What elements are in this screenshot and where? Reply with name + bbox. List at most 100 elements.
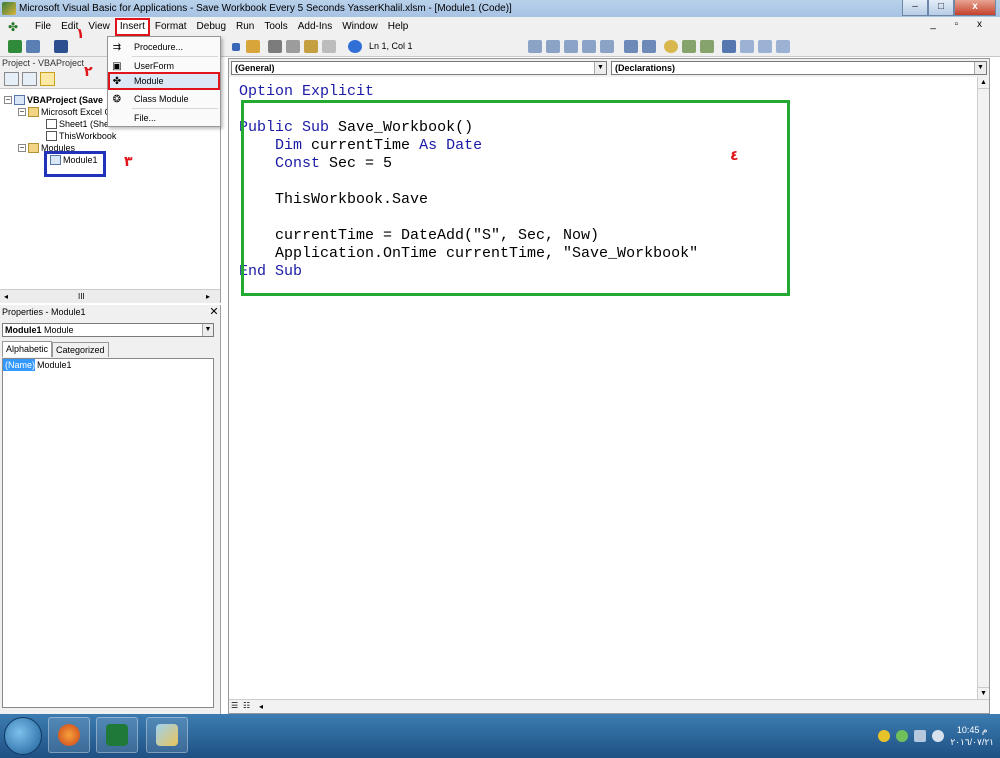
start-button[interactable] bbox=[4, 717, 42, 755]
procedure-combo[interactable]: (Declarations) ▼ bbox=[611, 61, 987, 75]
toggle-folders-icon[interactable] bbox=[40, 72, 55, 86]
scroll-thumb-grip[interactable]: III bbox=[78, 292, 85, 301]
dropdown-arrow-icon[interactable]: ▼ bbox=[594, 62, 606, 74]
taskbar-paint[interactable] bbox=[146, 717, 188, 753]
list-constants-icon[interactable] bbox=[564, 40, 578, 53]
collapse-icon[interactable]: − bbox=[18, 144, 26, 152]
insert-file-item[interactable]: File... bbox=[108, 109, 220, 127]
title-bar: Microsoft Visual Basic for Applications … bbox=[0, 0, 1000, 17]
tree-node-sheet1[interactable]: Sheet1 (She bbox=[46, 119, 109, 129]
menu-window[interactable]: Window bbox=[337, 18, 383, 36]
uncomment-block-icon[interactable] bbox=[700, 40, 714, 53]
minimize-button[interactable]: – bbox=[902, 0, 928, 16]
complete-word-icon[interactable] bbox=[600, 40, 614, 53]
volume-icon[interactable] bbox=[932, 730, 945, 742]
code-horizontal-scrollbar[interactable]: ☰ ☷ ◂ bbox=[229, 699, 989, 713]
help-icon[interactable] bbox=[348, 40, 362, 53]
project-horizontal-scrollbar[interactable]: ◂ III ▸ bbox=[0, 289, 220, 303]
object-combo[interactable]: (General) ▼ bbox=[231, 61, 607, 75]
outdent-icon[interactable] bbox=[642, 40, 656, 53]
highlight-module1-box bbox=[44, 151, 106, 177]
workbook-icon bbox=[46, 131, 57, 141]
network-icon[interactable] bbox=[914, 730, 927, 742]
next-bookmark-icon[interactable] bbox=[740, 40, 754, 53]
taskbar-excel[interactable] bbox=[96, 717, 138, 753]
list-properties-icon[interactable] bbox=[546, 40, 560, 53]
code-vertical-scrollbar[interactable]: ▲ ▼ bbox=[977, 77, 989, 699]
code-line[interactable]: Option Explicit bbox=[239, 83, 977, 101]
tab-alphabetic[interactable]: Alphabetic bbox=[2, 341, 53, 357]
quick-info-icon[interactable] bbox=[582, 40, 596, 53]
properties-titlebar: Properties - Module1 ✕ bbox=[0, 305, 220, 320]
tree-node-thisworkbook[interactable]: ThisWorkbook bbox=[46, 131, 116, 141]
view-code-icon[interactable] bbox=[4, 72, 19, 86]
close-button[interactable]: x bbox=[954, 0, 996, 16]
dropdown-arrow-icon[interactable]: ▼ bbox=[974, 62, 986, 74]
menu-insert[interactable]: Insert bbox=[114, 18, 150, 36]
menu-format[interactable]: Format bbox=[150, 18, 192, 36]
collapse-icon[interactable]: − bbox=[4, 96, 12, 104]
comment-block-icon[interactable] bbox=[682, 40, 696, 53]
scroll-right-icon[interactable]: ▸ bbox=[206, 292, 210, 301]
menu-add-ins[interactable]: Add-Ins bbox=[293, 18, 337, 36]
sheet-icon bbox=[46, 119, 57, 129]
window-title: Microsoft Visual Basic for Applications … bbox=[19, 3, 512, 14]
tab-categorized[interactable]: Categorized bbox=[52, 342, 109, 357]
scroll-up-icon[interactable]: ▲ bbox=[978, 77, 989, 89]
vba-menu-icon[interactable]: ✤ bbox=[8, 20, 24, 34]
window-controls: – □ x bbox=[902, 0, 996, 16]
edit-toolbar-icon[interactable] bbox=[528, 40, 542, 53]
scroll-left-icon[interactable]: ◂ bbox=[4, 292, 8, 301]
collapse-icon[interactable]: − bbox=[18, 108, 26, 116]
reset-icon[interactable] bbox=[232, 43, 240, 51]
insert-class-module-item[interactable]: ❂ Class Module bbox=[108, 90, 220, 108]
view-object-icon[interactable] bbox=[22, 72, 37, 86]
toggle-breakpoint-icon[interactable] bbox=[664, 40, 678, 53]
action-center-icon[interactable] bbox=[896, 730, 909, 742]
taskbar-firefox[interactable] bbox=[48, 717, 90, 753]
toggle-bookmark-icon[interactable] bbox=[722, 40, 736, 53]
clear-bookmarks-icon[interactable] bbox=[776, 40, 790, 53]
dropdown-arrow-icon[interactable]: ▼ bbox=[202, 324, 213, 336]
menu-debug[interactable]: Debug bbox=[192, 18, 231, 36]
save-icon[interactable] bbox=[54, 40, 68, 53]
scroll-down-icon[interactable]: ▼ bbox=[978, 687, 989, 699]
code-window: (General) ▼ (Declarations) ▼ Option Expl… bbox=[228, 58, 990, 714]
previous-bookmark-icon[interactable] bbox=[758, 40, 772, 53]
annotation-step-4: ٤ bbox=[730, 148, 739, 164]
object-selector[interactable]: Module1 Module ▼ bbox=[2, 323, 214, 337]
property-row[interactable]: (Name) Module1 bbox=[3, 359, 213, 371]
annotation-step-3: ٣ bbox=[124, 154, 133, 170]
insert-object-icon[interactable] bbox=[26, 40, 40, 53]
clock[interactable]: 10:45 م ٢٠١٦/٠٧/٢١ bbox=[950, 724, 994, 748]
insert-procedure-item[interactable]: ⇉ Procedure... bbox=[108, 38, 220, 56]
menu-view[interactable]: View bbox=[83, 18, 115, 36]
menu-run[interactable]: Run bbox=[231, 18, 259, 36]
cursor-position: Ln 1, Col 1 bbox=[369, 41, 413, 51]
full-module-view-icon[interactable]: ☷ bbox=[243, 701, 250, 710]
project-explorer-icon[interactable] bbox=[268, 40, 282, 53]
insert-module-item[interactable]: ✤ Module bbox=[108, 72, 220, 90]
menu-tools[interactable]: Tools bbox=[259, 18, 292, 36]
tray-app-icon[interactable] bbox=[878, 730, 891, 742]
toolbox-icon[interactable] bbox=[322, 40, 336, 53]
maximize-button[interactable]: □ bbox=[928, 0, 954, 16]
procedure-view-icon[interactable]: ☰ bbox=[231, 701, 238, 710]
properties-window: Properties - Module1 ✕ Module1 Module ▼ … bbox=[0, 305, 221, 715]
object-browser-icon[interactable] bbox=[304, 40, 318, 53]
indent-icon[interactable] bbox=[624, 40, 638, 53]
menu-help[interactable]: Help bbox=[383, 18, 414, 36]
object-selector-type: Module bbox=[44, 325, 74, 335]
menu-file[interactable]: File bbox=[30, 18, 56, 36]
tree-node-excel-objects[interactable]: − Microsoft Excel O bbox=[18, 107, 112, 117]
tree-node-vbaproject[interactable]: − VBAProject (Save bbox=[4, 95, 103, 105]
property-value[interactable]: Module1 bbox=[35, 359, 72, 371]
excel-view-icon[interactable] bbox=[8, 40, 22, 53]
properties-window-icon[interactable] bbox=[286, 40, 300, 53]
mdi-controls[interactable]: _ ▫ x bbox=[930, 19, 990, 30]
firefox-icon bbox=[58, 724, 80, 746]
close-properties-icon[interactable]: ✕ bbox=[208, 305, 220, 320]
scroll-left-icon[interactable]: ◂ bbox=[259, 702, 263, 711]
clock-date: ٢٠١٦/٠٧/٢١ bbox=[950, 737, 994, 747]
design-mode-icon[interactable] bbox=[246, 40, 260, 53]
